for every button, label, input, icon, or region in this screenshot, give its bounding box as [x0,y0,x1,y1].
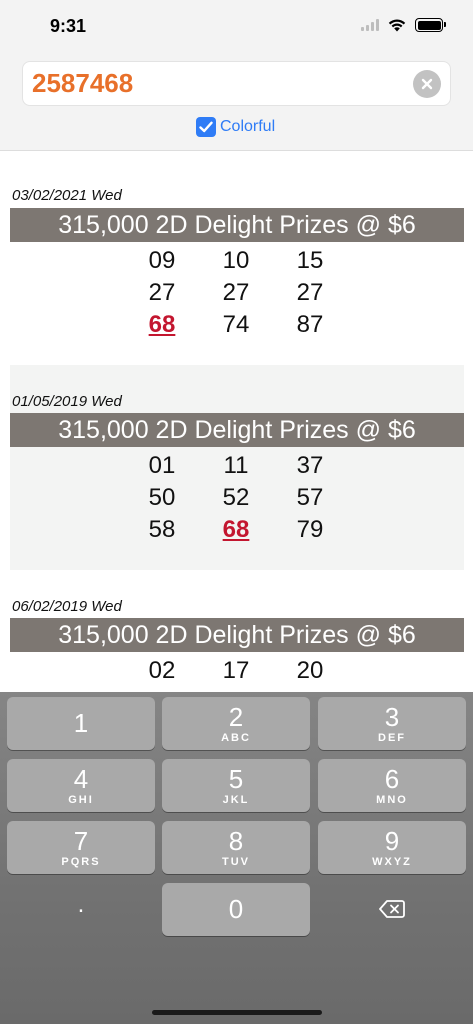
number: 01 [148,452,176,479]
wifi-icon [388,19,406,32]
key-6[interactable]: 6 MNO [318,759,466,812]
draw-date: 06/02/2019 Wed [12,598,122,615]
key-8[interactable]: 8 TUV [162,821,310,874]
result-item[interactable]: 06/02/2019 Wed 315,000 2D Delight Prizes… [10,570,464,692]
number: 20 [296,657,324,684]
number: 10 [222,247,250,274]
prize-header: 315,000 2D Delight Prizes @ $6 [10,618,464,652]
key-3[interactable]: 3 DEF [318,697,466,750]
draw-date: 03/02/2021 Wed [12,187,122,204]
key-decimal[interactable]: . [7,883,155,936]
key-7[interactable]: 7 PQRS [7,821,155,874]
backspace-key[interactable] [318,883,466,936]
key-4[interactable]: 4 GHI [7,759,155,812]
key-5[interactable]: 5 JKL [162,759,310,812]
number: 37 [296,452,324,479]
number: 09 [148,247,176,274]
prize-header: 315,000 2D Delight Prizes @ $6 [10,413,464,447]
key-9[interactable]: 9 WXYZ [318,821,466,874]
number: 02 [148,657,176,684]
result-item[interactable]: 03/02/2021 Wed 315,000 2D Delight Prizes… [10,151,464,361]
key-1[interactable]: 1 [7,697,155,750]
number: 87 [296,311,324,338]
signal-icon [361,19,379,31]
numeric-keypad: 1 2 ABC 3 DEF 4 GHI 5 JKL 6 MNO 7 PQRS 8 TUV 9W… [0,692,473,1024]
number: 50 [148,484,176,511]
matched-number: 68 [222,516,250,543]
status-time: 9:31 [50,16,87,36]
number: 15 [296,247,324,274]
key-0[interactable]: 0 [162,883,310,936]
number: 27 [296,279,324,306]
number: 11 [223,452,249,479]
key-2[interactable]: 2 ABC [162,697,310,750]
search-box[interactable] [22,61,451,106]
battery-icon [415,18,446,32]
number: 58 [148,516,176,543]
status-icons [361,18,446,32]
clear-button[interactable] [413,70,441,98]
number: 57 [296,484,324,511]
backspace-icon [379,900,405,918]
home-indicator[interactable] [152,1010,322,1015]
search-input[interactable] [23,62,393,105]
number: 17 [222,657,250,684]
number: 27 [222,279,250,306]
number: 74 [222,311,250,338]
prize-header: 315,000 2D Delight Prizes @ $6 [10,208,464,242]
close-icon [421,78,433,90]
draw-date: 01/05/2019 Wed [12,393,122,410]
number: 79 [296,516,324,543]
colorful-label: Colorful [220,118,276,135]
matched-number: 68 [148,311,176,338]
number: 52 [222,484,250,511]
result-item[interactable]: 01/05/2019 Wed 315,000 2D Delight Prizes… [10,365,464,570]
checkbox-checked-icon[interactable] [196,117,216,137]
status-bar: 9:31 [0,0,473,54]
number: 27 [148,279,176,306]
colorful-toggle[interactable]: Colorful [196,117,275,137]
results-list[interactable]: 03/02/2021 Wed 315,000 2D Delight Prizes… [0,150,473,692]
